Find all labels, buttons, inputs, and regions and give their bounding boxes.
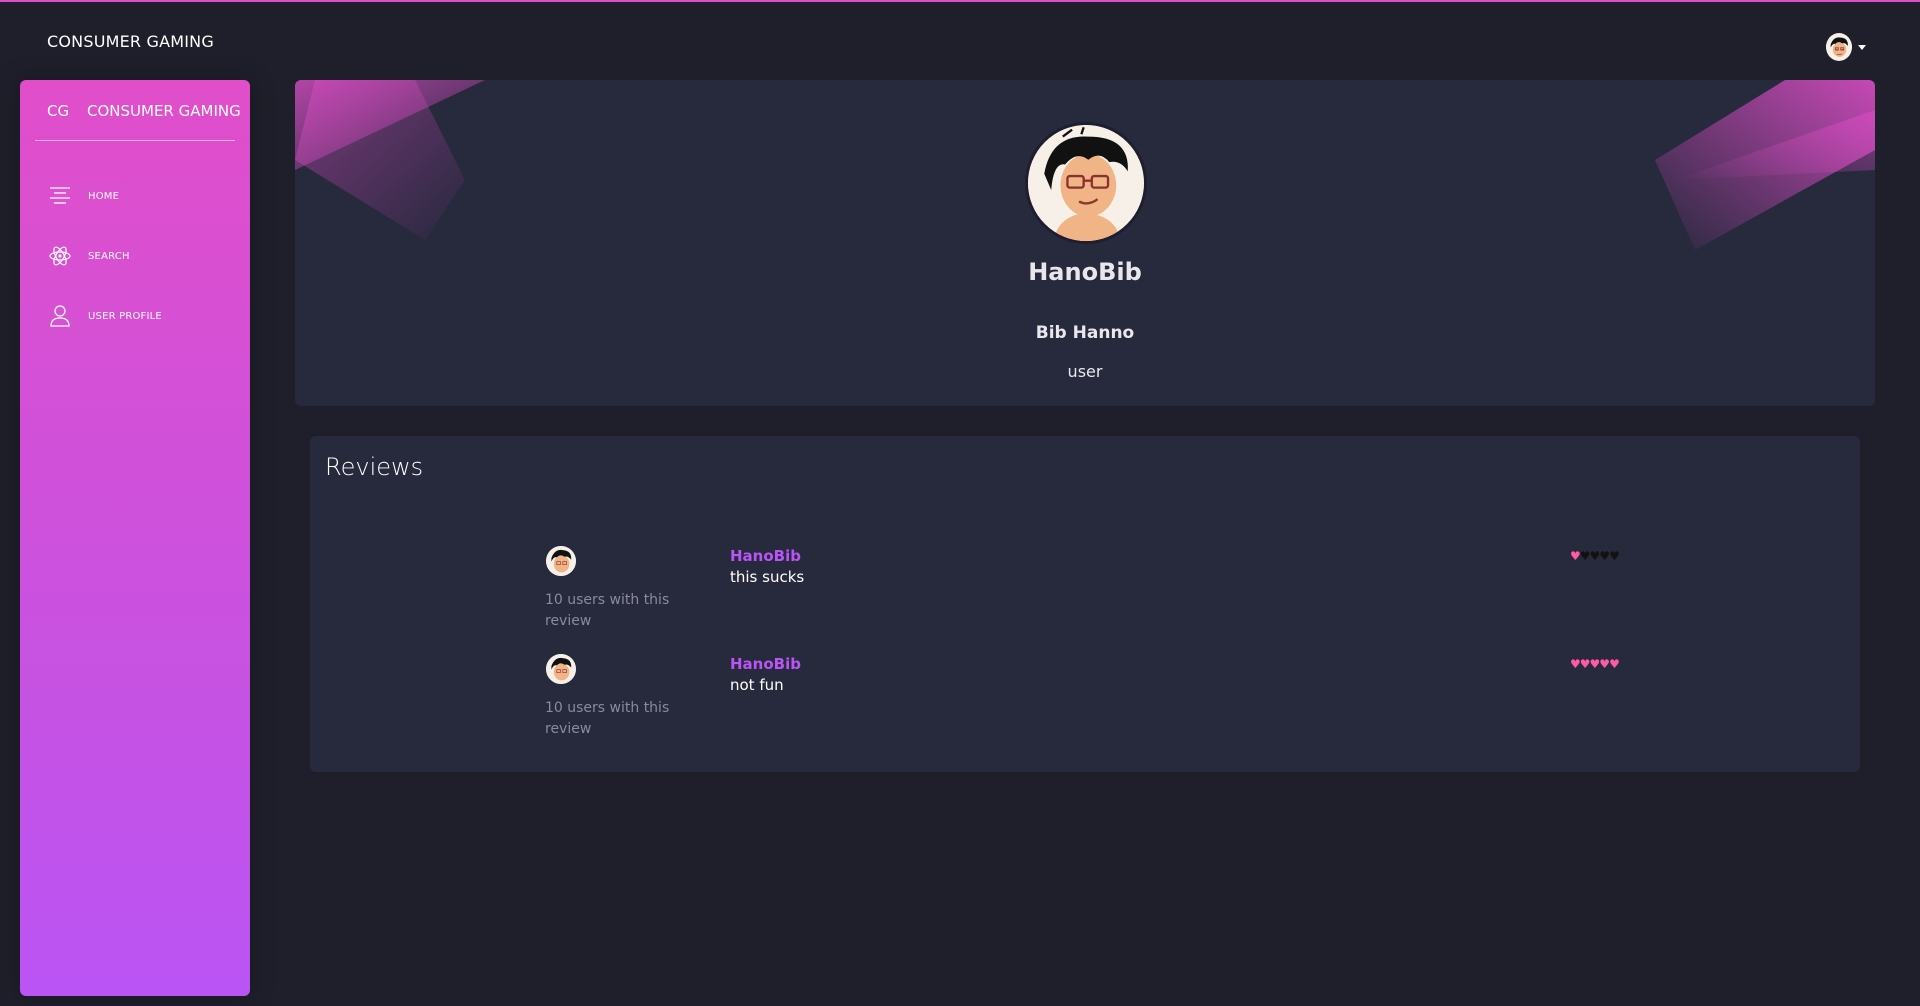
reviewer-avatar[interactable]: [545, 653, 577, 685]
review-text: this sucks: [730, 568, 805, 586]
review-rating: ♥♥♥♥♥: [1570, 657, 1620, 671]
profile-card: HanoBib Bib Hanno user: [295, 80, 1875, 406]
profile-avatar: [1025, 122, 1147, 244]
chevron-down-icon[interactable]: [1858, 44, 1866, 50]
review-text: not fun: [730, 676, 784, 694]
heart-filled-icon: ♥: [1609, 657, 1620, 671]
sidebar-logo-mini[interactable]: CG: [47, 102, 69, 120]
review-item: 10 users with this review HanoBib not fu…: [310, 648, 1860, 748]
reviews-card: Reviews 10 users with this review HanoBi…: [310, 436, 1860, 772]
reviewer-username-link[interactable]: HanoBib: [730, 655, 801, 673]
reviewer-username-link[interactable]: HanoBib: [730, 547, 801, 565]
sidebar: CG CONSUMER GAMING HOME SEARCH USER PROF…: [20, 80, 250, 996]
review-item: 10 users with this review HanoBib this s…: [310, 540, 1860, 640]
card-decoration-left: [295, 80, 485, 240]
heart-filled-icon: ♥: [1570, 549, 1581, 563]
heart-filled-icon: ♥: [1599, 657, 1610, 671]
top-navbar: CONSUMER GAMING: [0, 2, 1920, 78]
user-menu-button[interactable]: [1826, 32, 1866, 62]
sidebar-item-home[interactable]: HOME: [48, 182, 119, 210]
reviews-title: Reviews: [325, 453, 424, 481]
review-count-text: 10 users with this review: [545, 592, 670, 629]
sidebar-item-search[interactable]: SEARCH: [48, 242, 130, 270]
atom-icon: [48, 244, 72, 268]
card-decoration-right: [1655, 80, 1875, 250]
sidebar-logo-name[interactable]: CONSUMER GAMING: [87, 102, 241, 120]
review-count-text: 10 users with this review: [545, 700, 670, 737]
heart-filled-icon: ♥: [1589, 657, 1601, 671]
sidebar-item-label: USER PROFILE: [88, 310, 162, 322]
heart-empty-icon: ♥: [1589, 549, 1601, 563]
profile-full-name: Bib Hanno: [1035, 323, 1135, 343]
sidebar-item-label: SEARCH: [88, 250, 130, 262]
profile-role: user: [1067, 362, 1103, 381]
heart-empty-icon: ♥: [1579, 549, 1591, 563]
user-avatar[interactable]: [1826, 33, 1852, 61]
review-rating: ♥♥♥♥♥: [1570, 549, 1620, 563]
heart-filled-icon: ♥: [1570, 657, 1581, 671]
navbar-brand[interactable]: CONSUMER GAMING: [47, 32, 214, 51]
profile-username: HanoBib: [1028, 258, 1142, 286]
align-center-icon: [48, 184, 72, 208]
heart-empty-icon: ♥: [1599, 549, 1610, 563]
reviewer-avatar[interactable]: [545, 545, 577, 577]
sidebar-item-user-profile[interactable]: USER PROFILE: [48, 302, 162, 330]
user-icon: [48, 304, 72, 328]
sidebar-item-label: HOME: [88, 190, 120, 202]
sidebar-divider: [35, 140, 235, 141]
heart-filled-icon: ♥: [1579, 657, 1591, 671]
heart-empty-icon: ♥: [1609, 549, 1620, 563]
